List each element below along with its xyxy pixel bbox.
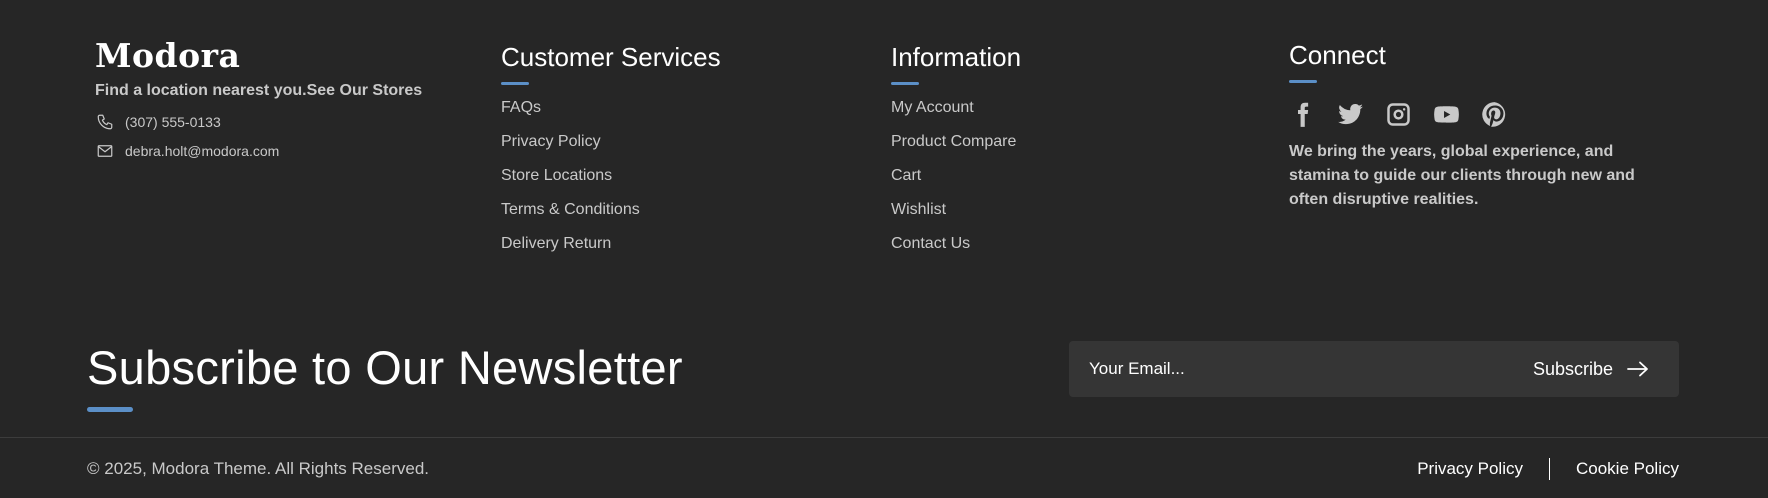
- connect-description: We bring the years, global experience, a…: [1289, 143, 1635, 208]
- subscribe-button[interactable]: Subscribe: [1533, 359, 1649, 380]
- link-product-compare[interactable]: Product Compare: [891, 133, 1016, 150]
- information-links: My Account Product Compare Cart Wishlist…: [891, 98, 1021, 254]
- pinterest-icon[interactable]: [1481, 101, 1508, 128]
- title-underline: [501, 82, 529, 85]
- phone-number: (307) 555-0133: [125, 114, 221, 130]
- cookie-policy-link[interactable]: Cookie Policy: [1576, 458, 1679, 480]
- link-store-locations[interactable]: Store Locations: [501, 167, 612, 184]
- link-privacy-policy[interactable]: Privacy Policy: [501, 133, 601, 150]
- connect-title: Connect: [1289, 40, 1386, 70]
- arrow-right-icon: [1627, 361, 1649, 377]
- facebook-icon[interactable]: [1289, 101, 1316, 128]
- link-faqs[interactable]: FAQs: [501, 99, 541, 116]
- subscribe-label: Subscribe: [1532, 358, 1613, 379]
- title-underline: [1289, 80, 1317, 83]
- mail-icon: [95, 141, 115, 161]
- customer-services-links: FAQs Privacy Policy Store Locations Term…: [501, 98, 721, 254]
- title-underline: [891, 82, 919, 85]
- email-row[interactable]: debra.holt@modora.com: [95, 141, 435, 161]
- copyright-text: © 2025, Modora Theme. All Rights Reserve…: [87, 459, 429, 478]
- newsletter-underline: [87, 407, 133, 412]
- newsletter-form: Subscribe: [1069, 341, 1679, 397]
- link-my-account[interactable]: My Account: [891, 99, 974, 116]
- link-wishlist[interactable]: Wishlist: [891, 201, 946, 218]
- legal-links: Privacy Policy Cookie Policy: [1417, 458, 1679, 480]
- customer-services-title: Customer Services: [501, 42, 721, 72]
- link-contact-us[interactable]: Contact Us: [891, 235, 970, 252]
- link-cart[interactable]: Cart: [891, 167, 921, 184]
- instagram-icon[interactable]: [1385, 101, 1412, 128]
- phone-row[interactable]: (307) 555-0133: [95, 112, 435, 132]
- link-terms-conditions[interactable]: Terms & Conditions: [501, 201, 640, 218]
- connect-column: Connect We bring the years, global exper…: [1289, 38, 1659, 212]
- youtube-icon[interactable]: [1433, 101, 1460, 128]
- social-links: [1289, 101, 1659, 128]
- link-delivery-return[interactable]: Delivery Return: [501, 235, 611, 252]
- information-title: Information: [891, 42, 1022, 72]
- email-field[interactable]: [1089, 359, 1469, 379]
- twitter-icon[interactable]: [1337, 101, 1364, 128]
- footer-brand: Modora Find a location nearest you.See O…: [95, 36, 435, 161]
- email-address: debra.holt@modora.com: [125, 143, 280, 159]
- store-locator-text[interactable]: Find a location nearest you.See Our Stor…: [95, 82, 435, 100]
- customer-services-column: Customer Services FAQs Privacy Policy St…: [501, 40, 721, 268]
- phone-icon: [95, 112, 115, 132]
- logo[interactable]: Modora: [95, 36, 435, 76]
- information-column: Information My Account Product Compare C…: [891, 40, 1021, 268]
- footer-divider: [0, 437, 1768, 438]
- legal-separator: [1549, 458, 1550, 480]
- privacy-policy-link[interactable]: Privacy Policy: [1417, 458, 1523, 480]
- newsletter-title: Subscribe to Our Newsletter: [87, 341, 683, 394]
